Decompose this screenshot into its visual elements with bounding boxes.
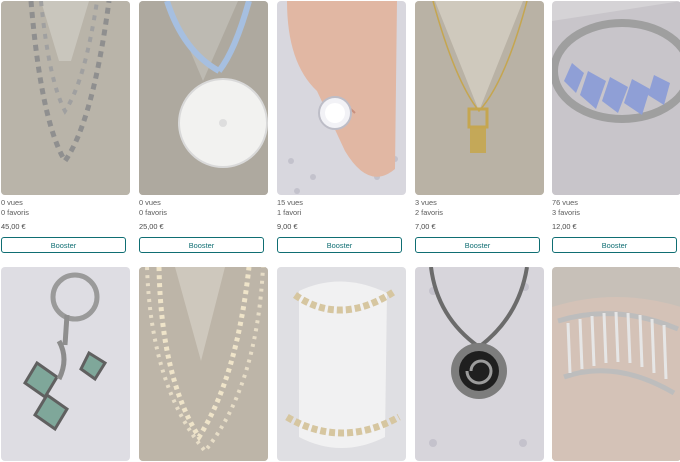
item-price: 9,00 € [277,222,298,231]
item-card-10[interactable] [552,267,680,461]
favorites-count: 0 favoris [1,208,29,217]
item-card-2[interactable]: 0 vues 0 favoris 25,00 € Booster [139,1,268,253]
item-card-8[interactable] [277,267,406,461]
pearl-pendant-photo [139,1,268,195]
views-count: 3 vues [415,198,437,207]
favorites-count: 3 favoris [552,208,580,217]
crystal-ring-photo [277,1,406,195]
favorites-count: 2 favoris [415,208,443,217]
item-stats: 76 vues 3 favoris [552,198,680,218]
item-card-5[interactable]: 76 vues 3 favoris 12,00 € Booster [552,1,680,253]
item-stats: 15 vues 1 favori [277,198,406,218]
favorites-count: 0 favoris [139,208,167,217]
booster-button[interactable]: Booster [552,237,677,253]
pearl-bracelet-pouch-photo [277,267,406,461]
item-price: 45,00 € [1,222,26,231]
item-card-4[interactable]: 3 vues 2 favoris 7,00 € Booster [415,1,544,253]
item-card-3[interactable]: 15 vues 1 favori 9,00 € Booster [277,1,406,253]
views-count: 15 vues [277,198,303,207]
rhinestone-bracelet-photo [552,267,680,461]
item-stats: 3 vues 2 favoris [415,198,544,218]
item-price: 7,00 € [415,222,436,231]
item-photo[interactable] [277,1,406,195]
favorites-count: 1 favori [277,208,302,217]
item-card-7[interactable] [139,267,268,461]
spiral-sun-pendant-photo [415,267,544,461]
booster-button[interactable]: Booster [139,237,264,253]
item-photo[interactable] [1,267,130,461]
item-photo[interactable] [415,267,544,461]
item-card-1[interactable]: 0 vues 0 favoris 45,00 € Booster [1,1,130,253]
item-card-6[interactable] [1,267,130,461]
layered-beads-photo [139,267,268,461]
item-stats: 0 vues 0 favoris [139,198,268,218]
item-price: 25,00 € [139,222,164,231]
item-stats: 0 vues 0 favoris [1,198,130,218]
item-photo[interactable] [277,267,406,461]
views-count: 76 vues [552,198,578,207]
gold-pendant-photo [415,1,544,195]
item-card-9[interactable] [415,267,544,461]
key-ring-charms-photo [1,267,130,461]
item-photo[interactable] [415,1,544,195]
item-photo[interactable] [1,1,130,195]
booster-button[interactable]: Booster [1,237,126,253]
blue-crystal-ring-photo [552,1,680,195]
listing-grid: 0 vues 0 favoris 45,00 € Booster 0 vues … [0,0,680,462]
item-photo[interactable] [552,1,680,195]
booster-button[interactable]: Booster [277,237,402,253]
item-photo[interactable] [552,267,680,461]
booster-button[interactable]: Booster [415,237,540,253]
item-photo[interactable] [139,1,268,195]
necklace-beads-photo [1,1,130,195]
item-price: 12,00 € [552,222,577,231]
views-count: 0 vues [1,198,23,207]
views-count: 0 vues [139,198,161,207]
item-photo[interactable] [139,267,268,461]
